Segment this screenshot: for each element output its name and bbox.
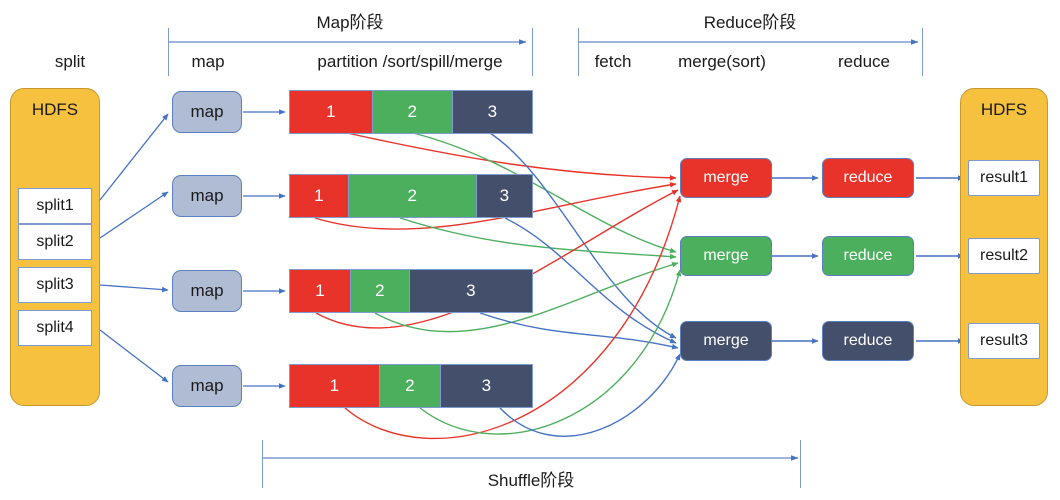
partition-bar-2[interactable]: 1 2 3	[289, 174, 533, 218]
partition-segment[interactable]: 1	[290, 365, 379, 407]
partition-segment[interactable]: 2	[371, 91, 452, 133]
partition-bar-3[interactable]: 1 2 3	[289, 269, 533, 313]
column-label-reduce: reduce	[838, 52, 890, 71]
partition-segment-label: 3	[466, 281, 476, 300]
map-phase-title: Map阶段	[316, 12, 384, 32]
merge-task-label: merge	[703, 169, 749, 186]
merge-task-3[interactable]: merge	[680, 321, 772, 361]
column-label-fetch: fetch	[594, 52, 632, 71]
shuffle-phase-tick-right	[800, 440, 801, 488]
map-task-3[interactable]: map	[172, 270, 242, 312]
column-label-split: split	[54, 52, 86, 71]
partition-segment[interactable]: 3	[475, 175, 532, 217]
split-item-2[interactable]: split2	[18, 224, 92, 260]
merge-to-reduce-arrows	[772, 175, 819, 344]
partition-segment-label: 2	[407, 102, 417, 121]
column-label-partition: partition /sort/spill/merge	[317, 52, 503, 71]
partition-segment-label: 1	[314, 186, 324, 205]
map-phase-tick-right	[532, 28, 533, 76]
merge-task-label: merge	[703, 247, 749, 264]
partition-segment-label: 3	[481, 376, 492, 395]
reduce-phase-tick-right	[922, 28, 923, 76]
reduce-task-2[interactable]: reduce	[822, 236, 914, 276]
split-to-map-arrows	[99, 113, 169, 383]
result-item-3[interactable]: result3	[968, 323, 1040, 359]
input-hdfs-title: HDFS	[31, 100, 79, 119]
reduce-task-label: reduce	[843, 169, 893, 186]
map-task-4[interactable]: map	[172, 365, 242, 407]
partition-segment-label: 3	[487, 102, 498, 121]
partition-segment[interactable]: 1	[290, 270, 350, 312]
partition-segment-label: 1	[329, 376, 340, 395]
diagram-canvas: Map阶段 Reduce阶段 Shuffle阶段 split map parti…	[0, 0, 1060, 500]
partition-segment[interactable]: 3	[439, 365, 532, 407]
split-item-label: split1	[36, 197, 74, 214]
map-task-label: map	[190, 186, 224, 205]
map-task-label: map	[190, 376, 224, 395]
partition-segment[interactable]: 1	[290, 91, 372, 133]
result-item-label: result1	[979, 169, 1029, 186]
map-task-label: map	[190, 281, 224, 300]
result-item-1[interactable]: result1	[968, 160, 1040, 196]
partition-segment[interactable]: 2	[347, 175, 476, 217]
partition-segment-label: 2	[375, 281, 385, 300]
merge-task-1[interactable]: merge	[680, 158, 772, 198]
merge-task-2[interactable]: merge	[680, 236, 772, 276]
split-item-label: split2	[36, 233, 74, 250]
partition-bar-4[interactable]: 1 2 3	[289, 364, 533, 408]
map-task-label: map	[190, 102, 224, 121]
partition-segment[interactable]: 3	[451, 91, 532, 133]
reduce-task-label: reduce	[843, 332, 893, 349]
split-item-label: split4	[36, 319, 74, 336]
partition-segment-label: 3	[499, 186, 510, 205]
split-item-1[interactable]: split1	[18, 188, 92, 224]
partition-bar-1[interactable]: 1 2 3	[289, 90, 533, 134]
partition-segment-label: 1	[315, 281, 325, 300]
split-item-3[interactable]: split3	[18, 267, 92, 303]
reduce-phase-tick-left	[578, 28, 579, 76]
map-task-2[interactable]: map	[172, 175, 242, 217]
result-item-label: result2	[979, 247, 1029, 264]
result-item-label: result3	[979, 332, 1029, 349]
reduce-task-3[interactable]: reduce	[822, 321, 914, 361]
partition-segment[interactable]: 2	[350, 270, 409, 312]
split-item-4[interactable]: split4	[18, 310, 92, 346]
partition-segment[interactable]: 3	[408, 270, 532, 312]
output-hdfs-title: HDFS	[980, 100, 1028, 119]
partition-segment-label: 1	[326, 102, 336, 121]
map-task-1[interactable]: map	[172, 91, 242, 133]
column-label-mergesort: merge(sort)	[678, 52, 766, 71]
partition-segment[interactable]: 1	[290, 175, 348, 217]
reduce-task-1[interactable]: reduce	[822, 158, 914, 198]
reduce-phase-title: Reduce阶段	[703, 12, 797, 32]
partition-segment[interactable]: 2	[378, 365, 440, 407]
split-item-label: split3	[36, 276, 74, 293]
reduce-to-result-arrows	[916, 175, 965, 344]
map-to-partition-arrows	[243, 109, 286, 389]
partition-segment-label: 2	[407, 186, 417, 205]
merge-task-label: merge	[703, 332, 749, 349]
reduce-task-label: reduce	[843, 247, 893, 264]
result-item-2[interactable]: result2	[968, 238, 1040, 274]
partition-segment-label: 2	[405, 376, 415, 395]
column-label-map: map	[191, 52, 225, 71]
shuffle-phase-title: Shuffle阶段	[487, 470, 575, 490]
